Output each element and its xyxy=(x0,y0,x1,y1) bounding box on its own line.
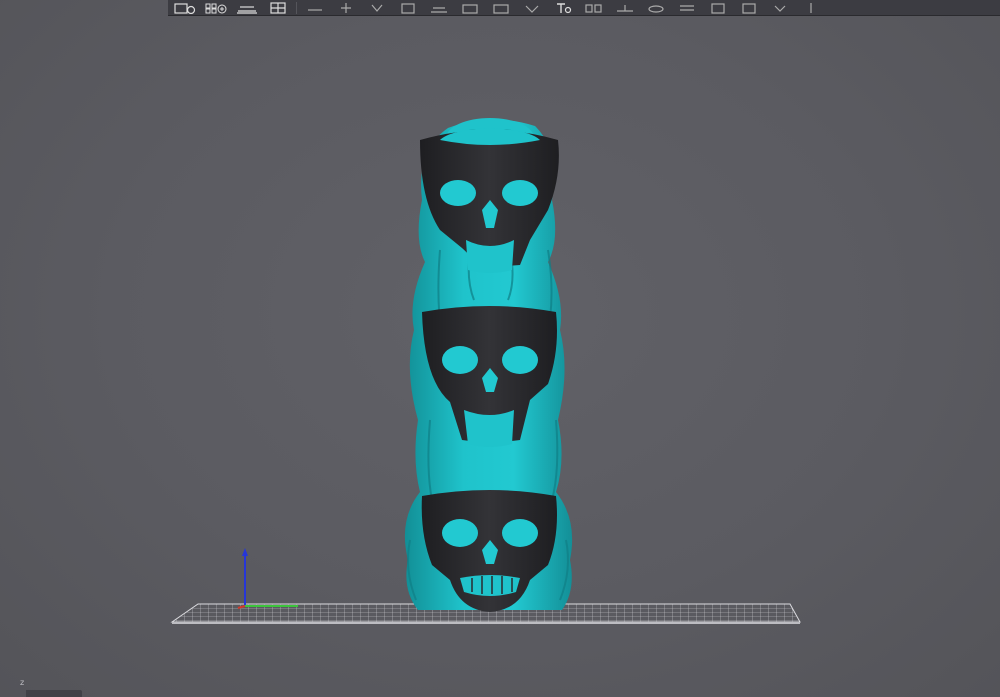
corner-tab[interactable] xyxy=(26,690,82,697)
scene-canvas[interactable] xyxy=(0,0,1000,697)
skull-tower-model[interactable] xyxy=(404,118,573,612)
axis-gizmo xyxy=(237,548,298,609)
3d-viewport[interactable]: z xyxy=(0,0,1000,697)
axis-label-z: z xyxy=(20,678,25,687)
